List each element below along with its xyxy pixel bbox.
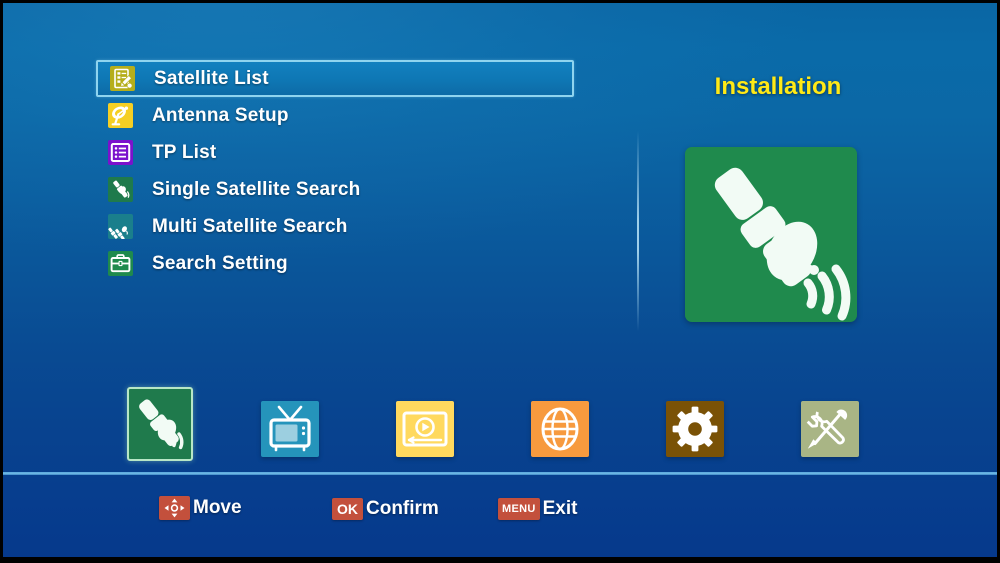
menu-key-badge: MENU xyxy=(498,498,540,520)
help-bar-separator xyxy=(3,472,997,475)
category-media-player[interactable] xyxy=(396,401,454,457)
help-item-move[interactable]: Move xyxy=(159,495,242,521)
menu-item-search-setting[interactable]: Search Setting xyxy=(96,245,574,282)
multi-satellite-icon xyxy=(108,214,133,239)
menu-item-multi-satellite-search[interactable]: Multi Satellite Search xyxy=(96,208,574,245)
satellite-list-icon xyxy=(110,66,135,91)
category-installation[interactable] xyxy=(127,387,193,461)
help-item-exit[interactable]: MENU Exit xyxy=(498,496,577,522)
satellite-search-icon xyxy=(108,177,133,202)
help-item-confirm[interactable]: OK Confirm xyxy=(332,496,439,522)
menu-item-label: Search Setting xyxy=(152,252,288,274)
help-item-label: Move xyxy=(193,497,242,518)
menu-item-label: Antenna Setup xyxy=(152,104,289,126)
antenna-dish-icon xyxy=(108,103,133,128)
menu-item-antenna-setup[interactable]: Antenna Setup xyxy=(96,97,574,134)
category-network[interactable] xyxy=(531,401,589,457)
menu-item-single-satellite-search[interactable]: Single Satellite Search xyxy=(96,171,574,208)
tv-receiver-screen: Satellite List Antenna Setup TP List Sin… xyxy=(0,0,1000,563)
menu-screen-background: Satellite List Antenna Setup TP List Sin… xyxy=(3,3,997,557)
menu-item-label: Single Satellite Search xyxy=(152,178,361,200)
menu-item-label: Satellite List xyxy=(154,67,269,89)
ok-key-badge: OK xyxy=(332,498,363,520)
category-tv-channels[interactable] xyxy=(261,401,319,457)
menu-item-tp-list[interactable]: TP List xyxy=(96,134,574,171)
menu-item-label: TP List xyxy=(152,141,217,163)
help-item-label: Exit xyxy=(542,498,578,519)
toolbox-icon xyxy=(108,251,133,276)
help-item-label: Confirm xyxy=(366,498,439,519)
menu-item-label: Multi Satellite Search xyxy=(152,215,348,237)
page-title: Installation xyxy=(714,73,842,100)
installation-menu-list: Satellite List Antenna Setup TP List Sin… xyxy=(96,60,574,282)
dpad-icon xyxy=(159,496,190,520)
panel-divider xyxy=(637,131,639,331)
tp-list-icon xyxy=(108,140,133,165)
category-system-setup[interactable] xyxy=(666,401,724,457)
category-icon-bar xyxy=(3,387,997,469)
category-tools[interactable] xyxy=(801,401,859,457)
installation-satellite-icon xyxy=(685,147,857,322)
help-bar: Move OK Confirm MENU Exit xyxy=(3,489,997,527)
menu-item-satellite-list[interactable]: Satellite List xyxy=(96,60,574,97)
